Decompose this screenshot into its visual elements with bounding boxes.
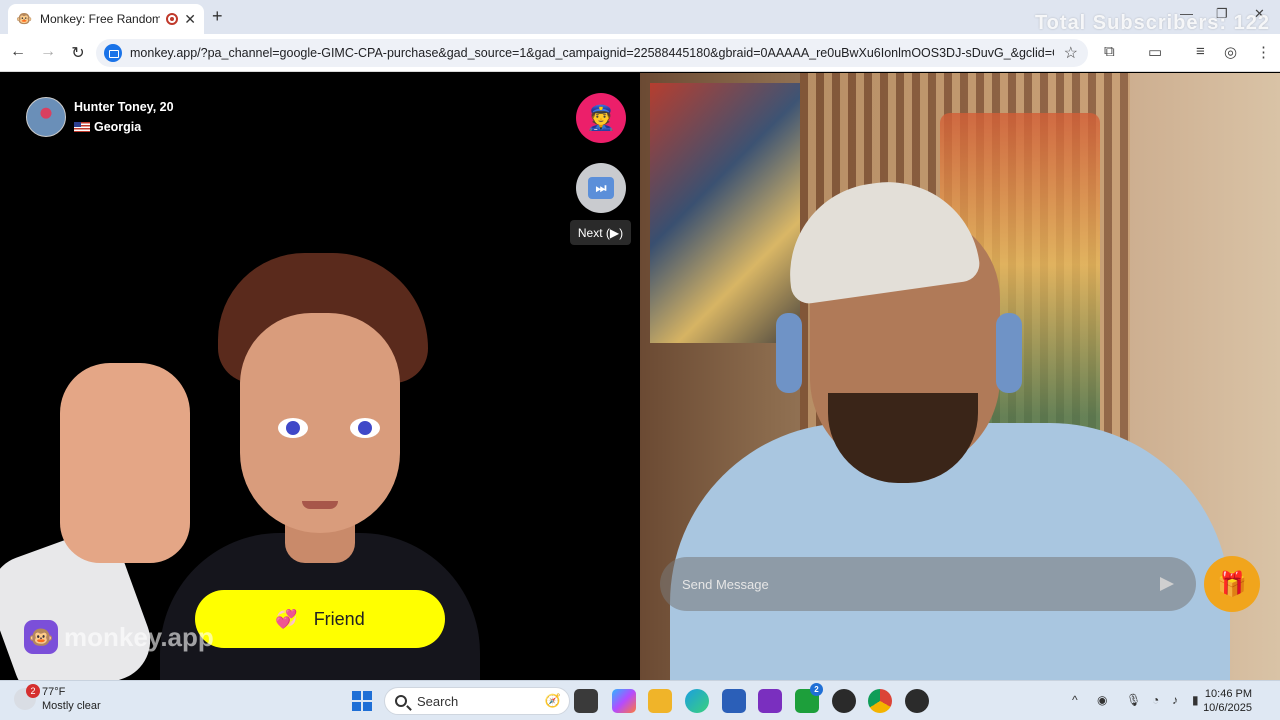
brand-text: monkey.app: [64, 621, 214, 652]
search-icon: [395, 695, 407, 707]
taskbar-search[interactable]: Search 🧭: [384, 687, 570, 715]
site-info-icon[interactable]: [104, 44, 122, 62]
partner-name: Hunter Toney, 20: [74, 100, 174, 114]
weather-widget[interactable]: 2 77°F Mostly clear: [14, 684, 101, 713]
recording-icon: [166, 13, 179, 25]
browser-menu-icon[interactable]: ⋮: [1256, 43, 1271, 61]
brand-watermark: 🐵 monkey.app: [24, 620, 214, 654]
battery-icon[interactable]: ▮: [1192, 693, 1199, 707]
next-tooltip: Next (▶): [570, 220, 631, 245]
photo-app-icon[interactable]: [758, 689, 782, 713]
headphone-left: [776, 313, 802, 393]
profile-icon[interactable]: ◎: [1224, 43, 1237, 61]
bookmark-star-icon[interactable]: ☆: [1064, 43, 1078, 63]
start-button[interactable]: [352, 691, 372, 711]
media-player-icon[interactable]: [905, 689, 929, 713]
extensions-icon[interactable]: ⧉: [1104, 43, 1115, 60]
avatar-mouth: [302, 501, 338, 509]
partner-avatar[interactable]: [26, 97, 66, 137]
us-flag-icon: [74, 122, 90, 132]
chrome-icon[interactable]: [868, 689, 892, 713]
search-highlight-icon: 🧭: [544, 693, 561, 708]
next-button[interactable]: ⏭: [576, 163, 626, 213]
clock-time: 10:46 PM: [1204, 688, 1252, 700]
avatar-right-eye: [350, 418, 380, 438]
reload-button[interactable]: ↻: [68, 43, 88, 63]
clock-date: 10/6/2025: [1203, 702, 1252, 714]
weather-cloud-icon: 2: [14, 684, 40, 710]
tray-chevron-icon[interactable]: ^: [1072, 693, 1078, 707]
new-tab-button[interactable]: +: [212, 6, 223, 27]
forward-button[interactable]: →: [38, 43, 58, 61]
browser-toolbar: ← → ↻ monkey.app/?pa_channel=google-GIMC…: [0, 34, 1280, 72]
task-view-icon[interactable]: [574, 689, 598, 713]
temperature: 77°F: [42, 686, 66, 698]
next-track-icon: ⏭: [588, 177, 614, 199]
url-text: monkey.app/?pa_channel=google-GIMC-CPA-p…: [130, 46, 1054, 60]
xbox-badge: 2: [810, 683, 823, 696]
store-icon[interactable]: [722, 689, 746, 713]
friend-button[interactable]: 💞 Friend: [195, 590, 445, 648]
gift-icon: 🎁: [1217, 570, 1247, 598]
address-bar[interactable]: monkey.app/?pa_channel=google-GIMC-CPA-p…: [96, 39, 1088, 67]
volume-icon[interactable]: ♪: [1172, 693, 1178, 707]
wall-painting-left: [650, 83, 800, 343]
report-button[interactable]: 👮: [576, 93, 626, 143]
close-tab-icon[interactable]: ✕: [184, 11, 196, 28]
gift-button[interactable]: 🎁: [1204, 556, 1260, 612]
wifi-icon[interactable]: ◔: [1152, 693, 1159, 707]
heart-icon: 💞: [275, 608, 298, 629]
partner-info: Hunter Toney, 20 Georgia: [26, 97, 174, 137]
antivirus-tray-icon[interactable]: ◉: [1097, 693, 1107, 707]
weather-condition: Mostly clear: [42, 700, 101, 712]
system-clock[interactable]: 10:46 PM 10/6/2025: [1203, 687, 1252, 715]
partner-video: [0, 73, 640, 680]
headphone-right: [996, 313, 1022, 393]
send-icon[interactable]: [1160, 577, 1174, 591]
partner-location: Georgia: [74, 120, 174, 134]
steam-icon[interactable]: [832, 689, 856, 713]
cast-icon[interactable]: ▭: [1148, 43, 1162, 61]
avatar-left-eye: [278, 418, 308, 438]
file-explorer-icon[interactable]: [648, 689, 672, 713]
windows-taskbar: 2 77°F Mostly clear Search 🧭 2 ^ ◉ 🎙 ◔ ♪…: [0, 680, 1280, 720]
media-control-icon[interactable]: ≡: [1196, 43, 1205, 60]
tab-title: Monkey: Free Random Vide: [40, 12, 161, 26]
back-button[interactable]: ←: [8, 43, 28, 61]
police-officer-icon: 👮: [586, 104, 616, 132]
edge-icon[interactable]: [685, 689, 709, 713]
friend-label: Friend: [313, 608, 365, 629]
monkey-logo-icon: 🐵: [24, 620, 58, 654]
monkey-favicon-icon: 🐵: [16, 11, 33, 26]
message-box: [660, 557, 1196, 611]
copilot-icon[interactable]: [612, 689, 636, 713]
browser-tab[interactable]: 🐵 Monkey: Free Random Vide ✕: [8, 4, 204, 34]
subscriber-count-overlay: Total Subscribers: 122: [1034, 12, 1270, 34]
xbox-icon[interactable]: 2: [795, 683, 823, 713]
weather-badge: 2: [26, 684, 40, 698]
message-input[interactable]: [682, 576, 1160, 592]
partner-location-label: Georgia: [94, 120, 142, 134]
avatar-waving-hand: [60, 363, 190, 563]
microphone-icon[interactable]: 🎙: [1126, 693, 1141, 707]
search-label: Search: [417, 693, 459, 709]
